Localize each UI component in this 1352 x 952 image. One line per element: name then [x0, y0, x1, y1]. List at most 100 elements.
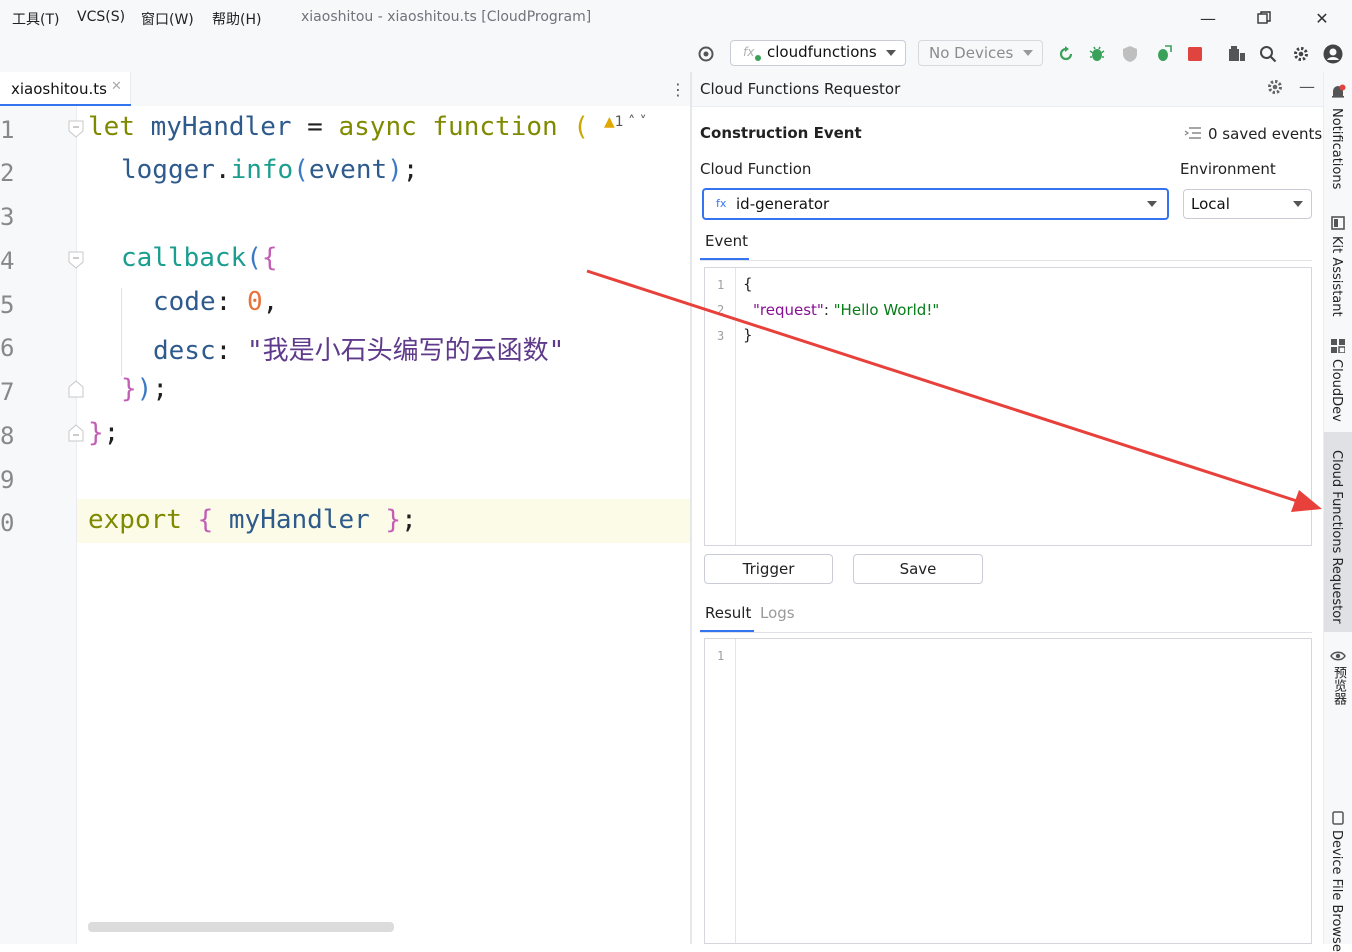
- environment-value: Local: [1191, 195, 1230, 213]
- device-file-icon[interactable]: [1332, 810, 1344, 829]
- tab-logs[interactable]: Logs: [760, 604, 795, 622]
- rerun-icon[interactable]: [1055, 44, 1077, 64]
- horizontal-scrollbar[interactable]: [88, 922, 394, 932]
- event-json-editor[interactable]: 1 2 3 { "request": "Hello World!" }: [704, 267, 1312, 546]
- account-icon[interactable]: [1322, 44, 1344, 64]
- tab-event[interactable]: Event: [705, 232, 748, 250]
- function-selector[interactable]: fx cloudfunctions: [730, 40, 906, 66]
- settings-gear-icon[interactable]: [1290, 44, 1312, 64]
- device-selector[interactable]: No Devices: [918, 40, 1043, 66]
- line-number: 9: [0, 466, 15, 494]
- chevron-down-icon: [886, 50, 896, 56]
- tool-previewer[interactable]: 预览器: [1329, 666, 1348, 705]
- line-number: 7: [0, 378, 15, 406]
- notifications-bell-icon[interactable]: [1330, 84, 1346, 104]
- colon: :: [215, 287, 247, 317]
- file-tab[interactable]: xiaoshitou.ts ✕: [0, 72, 131, 107]
- method: info: [230, 155, 294, 185]
- semicolon: ;: [103, 418, 120, 448]
- window-title: xiaoshitou - xiaoshitou.ts [CloudProgram…: [301, 9, 592, 25]
- brace: {: [261, 243, 278, 273]
- json-brace: {: [743, 275, 753, 293]
- tool-cloud-functions-requestor[interactable]: Cloud Functions Requestor: [1329, 450, 1344, 624]
- json-line-1: {: [743, 275, 753, 293]
- target-icon[interactable]: [695, 44, 717, 64]
- number-literal: 0: [246, 287, 263, 317]
- panel-header: Cloud Functions Requestor —: [692, 72, 1323, 107]
- tool-clouddev[interactable]: CloudDev: [1329, 359, 1344, 422]
- panel-settings-icon[interactable]: [1266, 78, 1284, 100]
- warning-count: 1: [614, 114, 624, 130]
- fold-end-icon[interactable]: [68, 424, 84, 442]
- semicolon: ;: [401, 505, 417, 535]
- cloud-function-label: Cloud Function: [700, 160, 812, 178]
- stop-icon[interactable]: [1184, 44, 1206, 64]
- chevron-up-icon[interactable]: ˄: [628, 114, 635, 130]
- environment-dropdown[interactable]: Local: [1183, 189, 1312, 219]
- attach-debugger-icon[interactable]: [1152, 44, 1174, 64]
- cloud-function-dropdown[interactable]: fx id-generator: [702, 188, 1169, 220]
- keyword-function: function: [432, 112, 574, 142]
- tab-result[interactable]: Result: [705, 604, 751, 622]
- brace: }: [88, 418, 104, 448]
- comma: ,: [262, 287, 279, 317]
- json-key: "request": [753, 301, 824, 319]
- more-options-icon[interactable]: ⋮: [670, 80, 686, 99]
- code-line-8: };: [88, 418, 119, 448]
- line-number: 2: [0, 159, 15, 187]
- code-line-2: logger.info(event);: [121, 155, 418, 185]
- json-line-3: }: [743, 326, 753, 344]
- code-line-7: });: [121, 374, 168, 404]
- chevron-down-icon: [1147, 201, 1157, 207]
- dot: .: [214, 155, 231, 185]
- project-structure-icon[interactable]: [1226, 44, 1248, 64]
- tool-device-file-browser[interactable]: Device File Browse: [1329, 830, 1344, 952]
- inspection-widget[interactable]: ▲1 ˄ ˅: [604, 114, 647, 130]
- result-output-view[interactable]: 1: [704, 638, 1312, 944]
- string-literal: "我是小石头编写的云函数": [246, 336, 565, 366]
- code-line-6: desc: "我是小石头编写的云函数": [153, 330, 564, 367]
- main-toolbar: fx cloudfunctions No Devices: [0, 36, 1352, 73]
- trigger-button[interactable]: Trigger: [704, 554, 833, 584]
- minimize-icon[interactable]: —: [1194, 6, 1222, 30]
- search-icon[interactable]: [1257, 44, 1279, 64]
- function-call: callback: [121, 243, 247, 273]
- saved-events-count[interactable]: 0 saved events: [1208, 125, 1322, 143]
- coverage-icon[interactable]: [1119, 44, 1141, 64]
- save-button[interactable]: Save: [853, 554, 983, 584]
- restore-icon[interactable]: [1250, 6, 1278, 30]
- close-tab-icon[interactable]: ✕: [111, 79, 122, 94]
- previewer-eye-icon[interactable]: [1330, 647, 1346, 666]
- menu-tools[interactable]: 工具(T): [12, 9, 59, 29]
- property-key: code: [153, 287, 216, 317]
- line-number: 0: [0, 509, 15, 537]
- fold-end-icon[interactable]: [68, 380, 84, 398]
- identifier: myHandler: [150, 112, 292, 142]
- chevron-down-icon[interactable]: ˅: [640, 114, 647, 130]
- close-window-icon[interactable]: ✕: [1308, 6, 1336, 30]
- menu-window[interactable]: 窗口(W): [141, 9, 194, 29]
- line-number: 1: [717, 278, 725, 292]
- kit-assistant-icon[interactable]: [1331, 215, 1345, 234]
- paren: ): [387, 155, 403, 185]
- saved-events-icon[interactable]: [1184, 125, 1202, 144]
- paren: (: [573, 112, 589, 142]
- debug-icon[interactable]: [1086, 44, 1108, 64]
- fold-marker-icon[interactable]: [68, 251, 84, 269]
- menu-help[interactable]: 帮助(H): [212, 9, 261, 29]
- line-number: 3: [0, 203, 15, 231]
- brace: }: [121, 374, 137, 404]
- paren: (: [246, 243, 262, 273]
- fold-marker-icon[interactable]: [68, 120, 84, 138]
- result-editor-gutter: [705, 639, 736, 943]
- environment-label: Environment: [1180, 160, 1276, 178]
- clouddev-icon[interactable]: [1331, 338, 1346, 357]
- menu-vcs[interactable]: VCS(S): [77, 9, 125, 25]
- line-number: 5: [0, 291, 15, 319]
- fx-icon: fx: [743, 45, 755, 59]
- tool-kit-assistant[interactable]: Kit Assistant: [1329, 236, 1344, 317]
- line-number: 4: [0, 247, 15, 275]
- hide-panel-icon[interactable]: —: [1299, 77, 1315, 96]
- tool-notifications[interactable]: Notifications: [1329, 108, 1344, 189]
- file-tab-label: xiaoshitou.ts: [11, 80, 107, 98]
